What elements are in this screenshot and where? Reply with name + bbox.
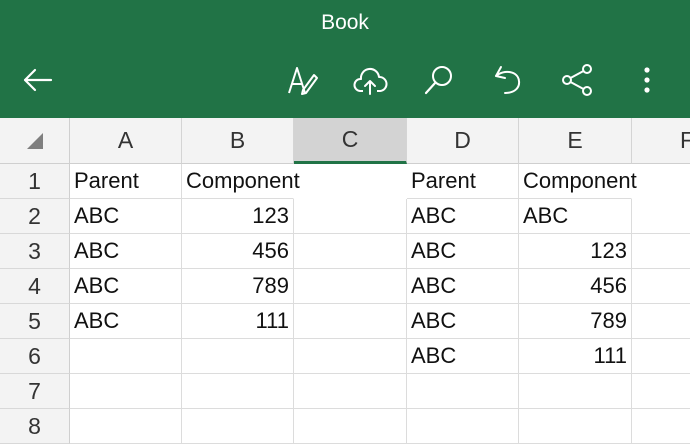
cell-e6[interactable]: 111 <box>519 339 632 374</box>
cell-f6[interactable] <box>632 339 690 374</box>
share-button[interactable] <box>555 58 599 102</box>
cloud-upload-icon <box>353 68 388 95</box>
column-header-a[interactable]: A <box>70 118 182 164</box>
app-bar: Book <box>0 0 690 118</box>
cell-b8[interactable] <box>182 409 294 444</box>
undo-icon <box>495 66 521 94</box>
cell-c2[interactable] <box>294 199 407 234</box>
cell-a2[interactable]: ABC <box>70 199 182 234</box>
cell-c3[interactable] <box>294 234 407 269</box>
cell-b4[interactable]: 789 <box>182 269 294 304</box>
column-header-f[interactable]: F <box>632 118 690 164</box>
search-icon <box>424 66 452 95</box>
cell-b1[interactable]: Component <box>182 164 300 199</box>
cell-a1[interactable]: Parent <box>70 164 182 199</box>
cell-e5[interactable]: 789 <box>519 304 632 339</box>
cell-a5[interactable]: ABC <box>70 304 182 339</box>
cell-e3[interactable]: 123 <box>519 234 632 269</box>
cell-c7[interactable] <box>294 374 407 409</box>
cell-e7[interactable] <box>519 374 632 409</box>
back-button[interactable] <box>16 58 60 102</box>
cell-f2[interactable] <box>632 199 690 234</box>
more-options-button[interactable] <box>625 58 669 102</box>
column-header-c[interactable]: C <box>294 118 407 164</box>
column-header-d[interactable]: D <box>407 118 519 164</box>
cell-c4[interactable] <box>294 269 407 304</box>
cell-a7[interactable] <box>70 374 182 409</box>
cell-e8[interactable] <box>519 409 632 444</box>
share-icon <box>562 64 592 96</box>
cell-f5[interactable] <box>632 304 690 339</box>
save-to-cloud-button[interactable] <box>348 58 392 102</box>
cell-c1[interactable] <box>294 164 407 199</box>
column-header-e[interactable]: E <box>519 118 632 164</box>
cell-a8[interactable] <box>70 409 182 444</box>
cell-e4[interactable]: 456 <box>519 269 632 304</box>
edit-pen-icon <box>288 67 318 95</box>
cell-e1[interactable]: Component <box>519 164 637 199</box>
cell-f8[interactable] <box>632 409 690 444</box>
cell-f4[interactable] <box>632 269 690 304</box>
cell-b6[interactable] <box>182 339 294 374</box>
search-button[interactable] <box>417 58 461 102</box>
cell-c8[interactable] <box>294 409 407 444</box>
row-header-7[interactable]: 7 <box>0 374 70 409</box>
row-header-8[interactable]: 8 <box>0 409 70 444</box>
row-header-5[interactable]: 5 <box>0 304 70 339</box>
cell-a4[interactable]: ABC <box>70 269 182 304</box>
cell-a3[interactable]: ABC <box>70 234 182 269</box>
cell-b7[interactable] <box>182 374 294 409</box>
row-header-2[interactable]: 2 <box>0 199 70 234</box>
cell-d2[interactable]: ABC <box>407 199 519 234</box>
cell-a6[interactable] <box>70 339 182 374</box>
cell-d3[interactable]: ABC <box>407 234 519 269</box>
cell-c5[interactable] <box>294 304 407 339</box>
more-icon <box>644 67 650 93</box>
row-header-6[interactable]: 6 <box>0 339 70 374</box>
back-arrow-icon <box>23 68 53 92</box>
edit-button[interactable] <box>280 58 324 102</box>
cell-d6[interactable]: ABC <box>407 339 519 374</box>
row-header-3[interactable]: 3 <box>0 234 70 269</box>
undo-button[interactable] <box>486 58 530 102</box>
cell-f3[interactable] <box>632 234 690 269</box>
column-header-b[interactable]: B <box>182 118 294 164</box>
cell-d7[interactable] <box>407 374 519 409</box>
cell-b2[interactable]: 123 <box>182 199 294 234</box>
cell-b3[interactable]: 456 <box>182 234 294 269</box>
cell-d5[interactable]: ABC <box>407 304 519 339</box>
cell-c6[interactable] <box>294 339 407 374</box>
workbook-title: Book <box>321 11 369 34</box>
cell-d1[interactable]: Parent <box>407 164 519 199</box>
cell-b5[interactable]: 111 <box>182 304 294 339</box>
select-all-triangle-icon <box>27 133 43 149</box>
select-all-corner[interactable] <box>0 118 70 164</box>
cell-d4[interactable]: ABC <box>407 269 519 304</box>
cell-e2[interactable]: ABC <box>519 199 632 234</box>
worksheet-grid[interactable]: A B C D E F 1 2 3 4 5 6 7 8 Parent Compo… <box>0 118 690 447</box>
cell-f1[interactable] <box>632 164 690 199</box>
row-header-1[interactable]: 1 <box>0 164 70 199</box>
row-header-4[interactable]: 4 <box>0 269 70 304</box>
cell-d8[interactable] <box>407 409 519 444</box>
cell-f7[interactable] <box>632 374 690 409</box>
